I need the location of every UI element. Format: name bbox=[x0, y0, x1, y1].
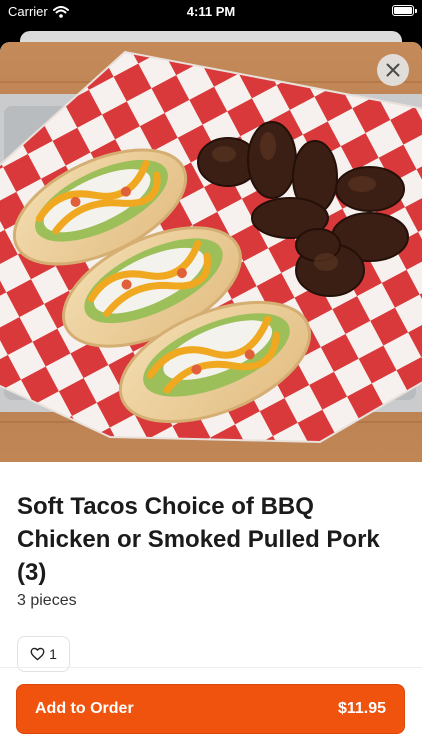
battery-icon bbox=[392, 5, 417, 16]
status-time: 4:11 PM bbox=[186, 4, 236, 19]
item-title: Soft Tacos Choice of BBQ Chicken or Smok… bbox=[17, 493, 380, 586]
heart-icon bbox=[30, 647, 45, 661]
order-price: $11.95 bbox=[337, 700, 386, 717]
close-button[interactable] bbox=[377, 54, 409, 86]
divider bbox=[0, 667, 422, 668]
add-to-order-button[interactable]: Add to Order $11.95 bbox=[16, 684, 405, 734]
item-photo bbox=[0, 42, 422, 462]
status-bar: Carrier 4:11 PM bbox=[0, 0, 422, 22]
like-count: 1 bbox=[49, 646, 57, 662]
item-detail-sheet: Soft Tacos Choice of BBQ Chicken or Smok… bbox=[0, 42, 422, 750]
item-description: 3 pieces bbox=[17, 592, 77, 609]
add-to-order-label: Add to Order bbox=[35, 700, 134, 717]
close-icon bbox=[386, 63, 400, 77]
